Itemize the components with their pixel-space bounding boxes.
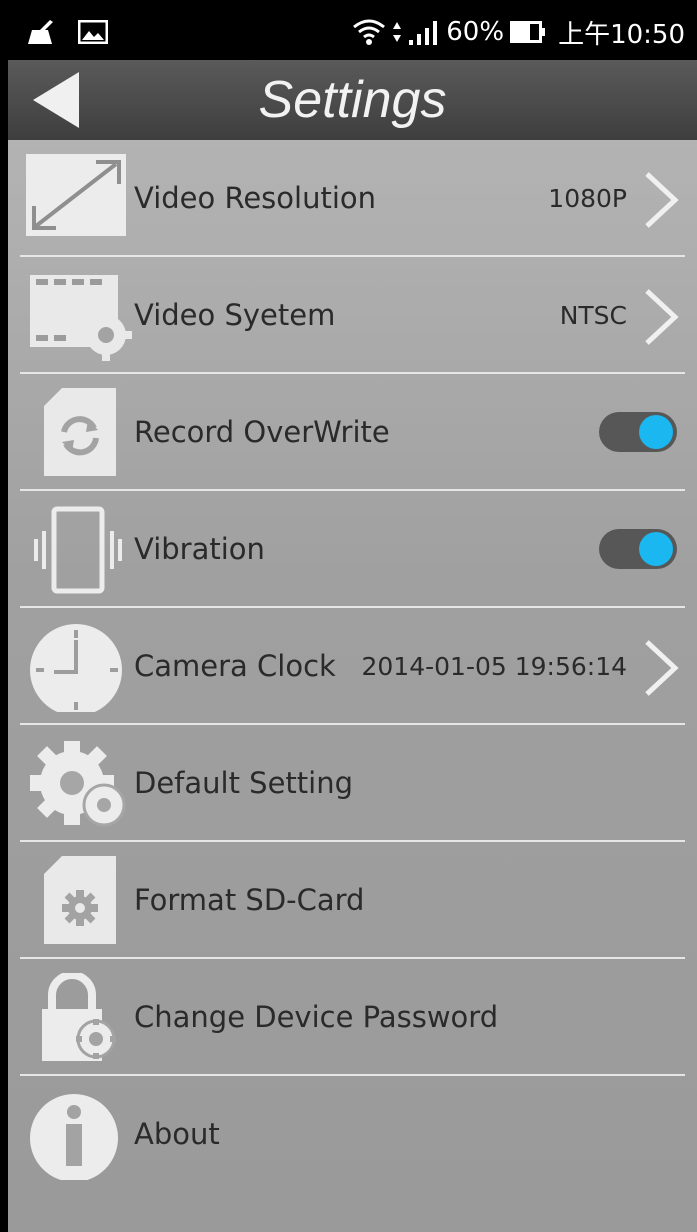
status-bar: 60% 上午10:50: [0, 0, 697, 64]
info-icon: [26, 1090, 132, 1182]
lock-gear-icon: [26, 971, 132, 1063]
about-row[interactable]: About: [8, 1076, 697, 1193]
record-overwrite-row[interactable]: Record OverWrite: [8, 374, 697, 491]
format-sd-card-label: Format SD-Card: [134, 883, 365, 917]
change-password-row[interactable]: Change Device Password: [8, 959, 697, 1076]
gallery-notification-icon: [78, 20, 108, 44]
sd-card-gear-icon: [26, 856, 132, 946]
title-bar: Settings: [8, 60, 697, 140]
clock-time: 上午10:50: [558, 19, 685, 50]
change-password-label: Change Device Password: [134, 1000, 499, 1034]
toggle-knob: [639, 532, 673, 566]
record-overwrite-label: Record OverWrite: [134, 415, 390, 449]
chevron-right-icon: [645, 289, 679, 345]
video-system-label: Video Syetem: [134, 298, 336, 332]
format-sd-card-row[interactable]: Format SD-Card: [8, 842, 697, 959]
chevron-right-icon: [645, 640, 679, 696]
about-label: About: [134, 1117, 220, 1151]
video-system-value: NTSC: [559, 301, 627, 330]
video-system-row[interactable]: Video Syetem NTSC: [8, 257, 697, 374]
default-setting-row[interactable]: Default Setting: [8, 725, 697, 842]
camera-clock-value: 2014-01-05 19:56:14: [361, 652, 627, 681]
camera-clock-label: Camera Clock: [134, 649, 336, 683]
status-left-icons: [26, 18, 108, 46]
toggle-knob: [639, 415, 673, 449]
vibration-toggle[interactable]: [599, 529, 677, 569]
battery-percent: 60%: [446, 17, 505, 47]
wifi-icon: [353, 19, 386, 45]
chevron-right-icon: [645, 172, 679, 228]
battery-icon: [510, 21, 546, 43]
settings-list: Video Resolution 1080P Video Syetem NTSC…: [8, 140, 697, 1232]
resize-arrows-icon: [26, 154, 132, 244]
video-resolution-row[interactable]: Video Resolution 1080P: [8, 140, 697, 257]
video-resolution-label: Video Resolution: [134, 181, 376, 215]
vibration-label: Vibration: [134, 532, 265, 566]
phone-vibrate-icon: [26, 505, 132, 595]
signal-strength-icon: [409, 21, 438, 45]
data-transfer-icon: [393, 22, 402, 42]
status-right: 60% 上午10:50: [352, 0, 685, 64]
record-overwrite-toggle[interactable]: [599, 412, 677, 452]
cleaner-broom-icon: [28, 20, 53, 44]
video-resolution-value: 1080P: [548, 184, 627, 213]
gears-icon: [26, 739, 132, 829]
app-screen: 60% 上午10:50 Settings Video Resolution 10…: [0, 0, 697, 1232]
sd-card-refresh-icon: [26, 388, 132, 478]
camera-clock-row[interactable]: Camera Clock 2014-01-05 19:56:14: [8, 608, 697, 725]
page-title: Settings: [258, 71, 447, 129]
vibration-row[interactable]: Vibration: [8, 491, 697, 608]
film-gear-icon: [26, 271, 132, 361]
default-setting-label: Default Setting: [134, 766, 354, 800]
clock-icon: [26, 622, 132, 716]
